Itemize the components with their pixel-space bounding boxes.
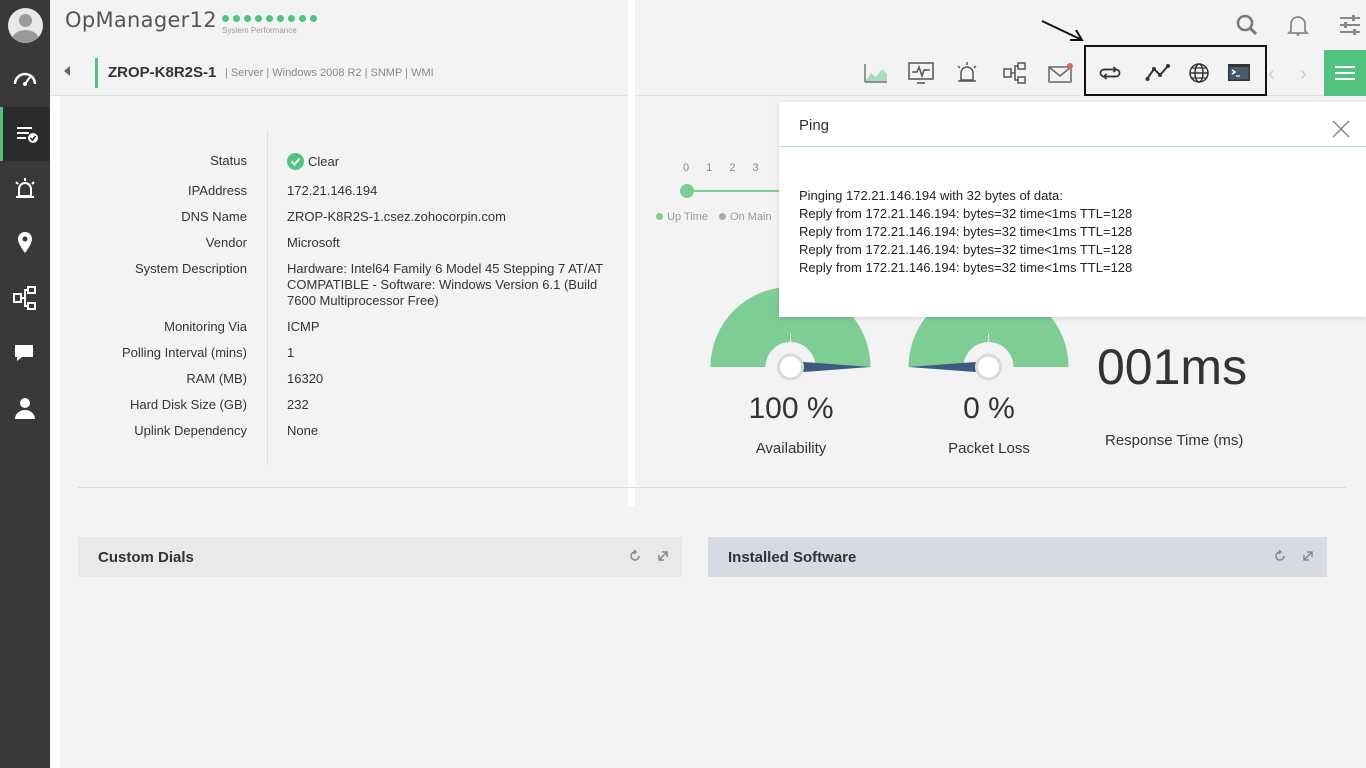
- installed-software-widget: Installed Software: [708, 537, 1327, 577]
- close-icon[interactable]: [1330, 118, 1352, 140]
- device-meta: | Server | Windows 2008 R2 | SNMP | WMI: [225, 67, 434, 79]
- search-icon[interactable]: [1235, 13, 1259, 37]
- expand-icon[interactable]: [1301, 549, 1315, 563]
- prev-arrow-icon[interactable]: ‹: [1268, 63, 1275, 86]
- chat-icon[interactable]: [0, 326, 50, 380]
- timeline-marker[interactable]: [680, 184, 694, 198]
- custom-dials-title: Custom Dials: [98, 549, 194, 566]
- traceroute-icon[interactable]: [1144, 60, 1172, 86]
- packet-loss-value: 0 %: [963, 392, 1015, 425]
- refresh-icon[interactable]: [1273, 549, 1287, 563]
- ping-dialog-title: Ping: [799, 117, 830, 134]
- gauge-hub: [975, 353, 1002, 381]
- maps-icon[interactable]: [0, 216, 50, 270]
- ping-output: Pinging 172.21.146.194 with 32 bytes of …: [799, 188, 1133, 275]
- refresh-icon[interactable]: [628, 549, 642, 563]
- performance-label: System Performance: [222, 26, 297, 35]
- packet-loss-label: Packet Loss: [948, 440, 1030, 457]
- annotation-arrow-icon: [1041, 20, 1084, 41]
- status-value: Clear: [308, 154, 340, 169]
- mail-icon[interactable]: [1047, 60, 1075, 86]
- dashboard-icon[interactable]: [0, 52, 50, 106]
- bell-icon[interactable]: [1286, 13, 1310, 37]
- ping-dialog: Ping Pinging 172.21.146.194 with 32 byte…: [779, 102, 1366, 317]
- workflow-icon[interactable]: [0, 271, 50, 325]
- workflow-tool-icon[interactable]: [1001, 60, 1029, 86]
- inventory-icon[interactable]: [0, 107, 50, 161]
- alarms-icon[interactable]: [0, 162, 50, 216]
- availability-value: 100 %: [748, 392, 834, 425]
- top-header: OpManager12 System Performance: [50, 0, 1366, 50]
- user-avatar[interactable]: [8, 8, 43, 43]
- next-arrow-icon[interactable]: ›: [1300, 63, 1307, 86]
- settings-sliders-icon[interactable]: [1338, 13, 1362, 37]
- alarm-bell-icon[interactable]: [953, 60, 981, 86]
- gauge-hub: [777, 353, 804, 381]
- availability-label: Availability: [755, 440, 827, 457]
- globe-icon[interactable]: [1185, 60, 1213, 86]
- response-time-label: Response Time (ms): [1105, 432, 1244, 449]
- response-time-value: 001ms: [1097, 339, 1248, 395]
- device-name: ZROP-K8R2S-1: [108, 64, 217, 81]
- ping-loop-icon[interactable]: [1096, 60, 1124, 86]
- expand-icon[interactable]: [656, 549, 670, 563]
- app-title: OpManager12: [65, 8, 217, 32]
- device-toolbar: ZROP-K8R2S-1 | Server | Windows 2008 R2 …: [50, 45, 1366, 96]
- custom-dials-widget: Custom Dials: [78, 537, 682, 577]
- graphs-icon[interactable]: [862, 60, 890, 86]
- check-circle-icon: [287, 153, 304, 170]
- timeline-legend: Up Time On Main: [656, 211, 772, 223]
- hamburger-menu-button[interactable]: [1324, 50, 1366, 96]
- timeline-hours: 0 1 2 3: [683, 162, 759, 174]
- back-arrow-icon[interactable]: [64, 66, 70, 76]
- performance-indicator: [222, 15, 317, 22]
- installed-software-title: Installed Software: [728, 549, 857, 566]
- left-sidebar: [0, 0, 50, 768]
- monitor-icon[interactable]: [907, 60, 935, 86]
- hamburger-icon: [1335, 66, 1355, 80]
- terminal-icon[interactable]: [1225, 60, 1253, 86]
- user-icon[interactable]: [0, 381, 50, 435]
